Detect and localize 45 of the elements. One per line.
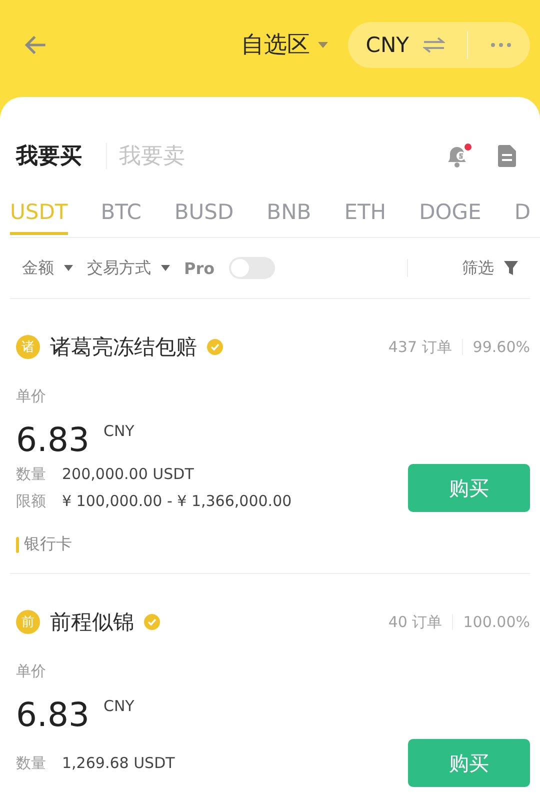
limit-label: 限额	[16, 492, 46, 511]
payment-method-dropdown[interactable]: 交易方式	[87, 258, 170, 278]
asset-tab[interactable]: BNB	[266, 179, 312, 235]
quantity-label: 数量	[16, 754, 46, 772]
completion-rate: 100.00%	[463, 613, 530, 631]
price-value: 6.83	[16, 420, 90, 460]
merchant-name[interactable]: 前程似锦	[50, 608, 134, 636]
asset-tab[interactable]: BUSD	[174, 179, 234, 235]
document-icon[interactable]	[498, 145, 516, 167]
caret-icon[interactable]	[318, 42, 328, 48]
asset-tab[interactable]: D	[514, 179, 530, 235]
quantity-value: 1,269.68 USDT	[62, 754, 175, 772]
price-value: 6.83	[16, 695, 90, 735]
merchant-name[interactable]: 诸葛亮冻结包赔	[50, 333, 197, 361]
price-label: 单价	[16, 387, 47, 406]
buy-button[interactable]: 购买	[408, 739, 530, 787]
more-icon[interactable]	[490, 42, 512, 48]
price-label: 单价	[16, 662, 47, 681]
merchant-avatar: 诸	[16, 335, 40, 359]
quantity-label: 数量	[16, 465, 46, 484]
filter-button[interactable]: 筛选	[462, 258, 518, 278]
asset-tab[interactable]: USDT	[10, 179, 68, 235]
pro-label: Pro	[184, 258, 215, 278]
filter-icon	[504, 261, 518, 275]
currency-button[interactable]: CNY	[366, 32, 409, 56]
caret-icon	[161, 265, 170, 271]
payment-method-tag: 银行卡	[24, 534, 72, 555]
price-currency: CNY	[103, 697, 134, 715]
quantity-value: 200,000.00 USDT	[62, 465, 194, 484]
order-count: 437 订单	[388, 338, 452, 356]
asset-tab[interactable]: DOGE	[419, 179, 482, 235]
swap-icon[interactable]	[423, 36, 445, 52]
side-tab[interactable]: 我要买	[16, 141, 94, 171]
price-currency: CNY	[103, 422, 134, 440]
limit-value: ¥ 100,000.00 - ¥ 1,366,000.00	[62, 492, 292, 511]
side-tab[interactable]: 我要卖	[119, 141, 197, 171]
asset-tab[interactable]: ETH	[344, 179, 386, 235]
completion-rate: 99.60%	[472, 338, 530, 356]
merchant-avatar: 前	[16, 610, 40, 634]
amount-dropdown[interactable]: 金额	[22, 258, 73, 278]
order-count: 40 订单	[388, 612, 442, 632]
caret-icon	[64, 265, 73, 271]
asset-tab[interactable]: BTC	[100, 179, 142, 235]
page-title[interactable]: 自选区	[240, 29, 310, 60]
buy-button[interactable]: 购买	[408, 464, 530, 512]
